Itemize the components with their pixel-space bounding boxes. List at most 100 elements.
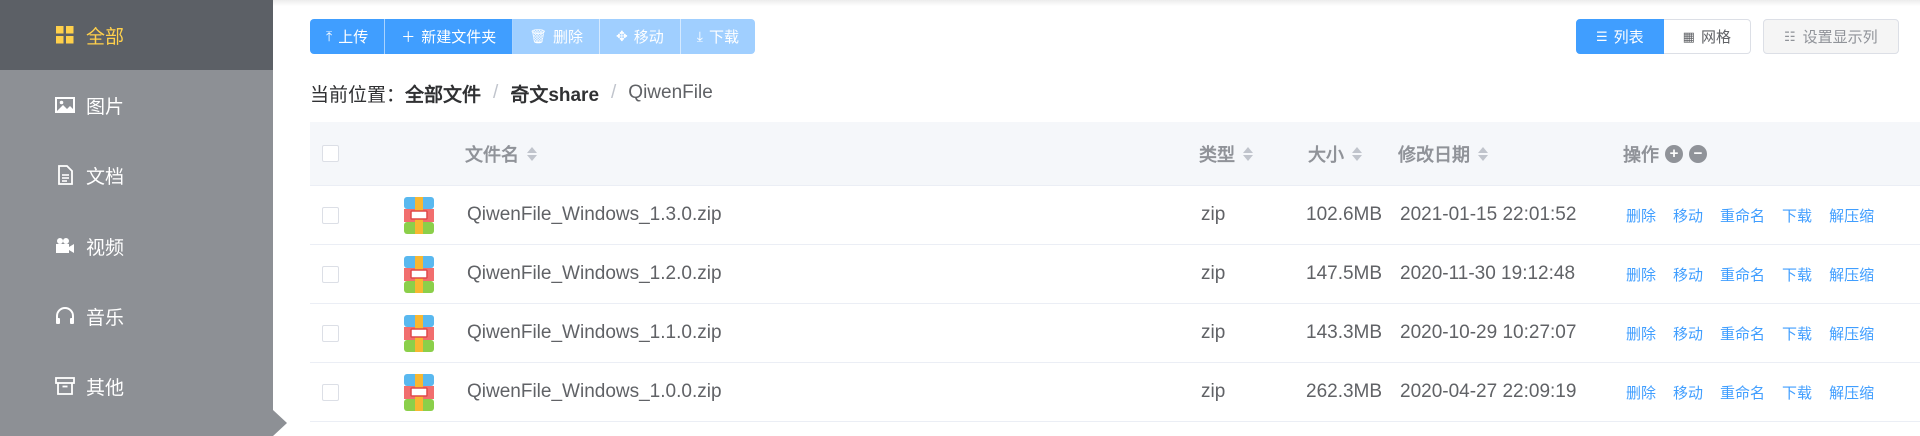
grid-icon — [54, 24, 76, 46]
breadcrumb-item-share[interactable]: 奇文share — [510, 80, 599, 107]
main-content: ⤒上传 ＋新建文件夹 🗑︎删除 ✥移动 ⤓下载 ☰列表 ▦网格 ☷ — [273, 0, 1920, 436]
table-row[interactable]: QiwenFile_Windows_1.1.0.zip zip 143.3MB … — [310, 304, 1920, 363]
row-checkbox[interactable] — [322, 206, 339, 224]
sidebar-item-music[interactable]: 音乐 — [0, 281, 273, 351]
move-link[interactable]: 移动 — [1673, 205, 1703, 226]
zip-file-icon — [404, 255, 434, 293]
sidebar-item-label: 全部 — [86, 26, 125, 48]
column-header-date[interactable]: 修改日期 — [1398, 141, 1488, 167]
move-link[interactable]: 移动 — [1673, 323, 1703, 344]
file-date: 2020-10-29 10:27:07 — [1400, 322, 1577, 343]
delete-link[interactable]: 删除 — [1626, 205, 1656, 226]
file-type: zip — [1201, 204, 1226, 225]
download-link[interactable]: 下载 — [1782, 323, 1812, 344]
file-name[interactable]: QiwenFile_Windows_1.0.0.zip — [467, 381, 722, 403]
add-column-icon[interactable]: + — [1665, 144, 1683, 163]
extract-link[interactable]: 解压缩 — [1829, 382, 1874, 403]
file-type: zip — [1201, 381, 1226, 402]
breadcrumb-separator: / — [611, 82, 617, 103]
column-header-name[interactable]: 文件名 — [465, 141, 537, 167]
select-all-checkbox[interactable] — [322, 145, 339, 162]
row-checkbox[interactable] — [322, 383, 339, 401]
row-actions: 删除 移动 重命名 下载 解压缩 — [1626, 264, 1891, 285]
sidebar-item-label: 文档 — [86, 166, 125, 188]
plus-icon: ＋ — [401, 28, 416, 45]
file-size: 147.5MB — [1306, 263, 1383, 284]
table-row[interactable]: QiwenFile_Windows_1.2.0.zip zip 147.5MB … — [310, 245, 1920, 304]
document-icon — [54, 164, 76, 186]
video-icon — [54, 235, 76, 257]
app-root: 全部 图片 文档 视频 音乐 其他 ⤒ 上传 ＋ 新建文件夹 🗑︎ 删除 ✥ 移… — [0, 0, 1920, 436]
file-type: zip — [1201, 322, 1226, 343]
sidebar-item-images[interactable]: 图片 — [0, 70, 273, 140]
list-view-button[interactable]: ☰ 列表 — [1576, 19, 1664, 54]
download-button[interactable]: ⤓ 下载 — [680, 19, 755, 54]
breadcrumb-separator: / — [493, 82, 499, 103]
download-link[interactable]: 下载 — [1782, 264, 1812, 285]
table-row[interactable]: QiwenFile_Windows_1.0.0.zip zip 262.3MB … — [310, 363, 1920, 422]
table-row[interactable]: QiwenFile_Windows_1.3.0.zip zip 102.6MB … — [310, 186, 1920, 245]
file-name[interactable]: QiwenFile_Windows_1.1.0.zip — [467, 322, 722, 344]
delete-button[interactable]: 🗑︎ 删除 — [513, 19, 601, 54]
sidebar-item-label: 图片 — [86, 96, 125, 118]
file-name[interactable]: QiwenFile_Windows_1.3.0.zip — [467, 204, 722, 226]
row-checkbox[interactable] — [322, 324, 339, 342]
sidebar-item-label: 音乐 — [86, 307, 125, 329]
file-size: 102.6MB — [1306, 204, 1383, 225]
download-icon: ⤓ — [696, 28, 703, 44]
rename-link[interactable]: 重命名 — [1720, 323, 1765, 344]
download-link[interactable]: 下载 — [1782, 205, 1812, 226]
file-name[interactable]: QiwenFile_Windows_1.2.0.zip — [467, 263, 722, 285]
new-folder-button[interactable]: ＋新建文件夹 — [385, 19, 514, 54]
grid-icon: ▦ — [1682, 28, 1695, 44]
file-size: 143.3MB — [1306, 322, 1383, 343]
breadcrumb-item-all-files[interactable]: 全部文件 — [405, 80, 481, 107]
move-link[interactable]: 移动 — [1673, 264, 1703, 285]
grid-view-button[interactable]: ▦ 网格 — [1663, 19, 1751, 54]
sliders-icon: ☷ — [1784, 28, 1796, 44]
move-icon: ✥ — [616, 28, 628, 44]
column-header-type[interactable]: 类型 — [1199, 141, 1253, 167]
download-link[interactable]: 下载 — [1782, 382, 1812, 403]
file-date: 2021-01-15 22:01:52 — [1400, 204, 1577, 225]
sort-icon[interactable] — [1352, 146, 1362, 161]
archive-icon — [54, 375, 76, 397]
breadcrumb-prefix: 当前位置： — [310, 84, 406, 106]
remove-column-icon[interactable]: − — [1689, 144, 1707, 163]
extract-link[interactable]: 解压缩 — [1829, 264, 1874, 285]
extract-link[interactable]: 解压缩 — [1829, 323, 1874, 344]
sidebar-item-other[interactable]: 其他 — [0, 351, 273, 421]
set-columns-button[interactable]: ☷ 设置显示列 — [1763, 19, 1899, 54]
sidebar-item-videos[interactable]: 视频 — [0, 211, 273, 281]
table-header: 文件名 类型 大小 修改日期 操作 + − — [310, 122, 1920, 186]
rename-link[interactable]: 重命名 — [1720, 264, 1765, 285]
delete-link[interactable]: 删除 — [1626, 264, 1656, 285]
sort-icon[interactable] — [1243, 146, 1253, 161]
file-table: 文件名 类型 大小 修改日期 操作 + − QiwenFile_Windows_… — [310, 122, 1920, 422]
move-link[interactable]: 移动 — [1673, 382, 1703, 403]
rename-link[interactable]: 重命名 — [1720, 205, 1765, 226]
zip-file-icon — [404, 196, 434, 234]
trash-icon: 🗑︎ — [529, 28, 548, 44]
rename-link[interactable]: 重命名 — [1720, 382, 1765, 403]
column-header-size[interactable]: 大小 — [1308, 141, 1362, 167]
zip-file-icon — [404, 314, 434, 352]
breadcrumb: 当前位置： 全部文件 / 奇文share / QiwenFile — [310, 80, 713, 106]
row-actions: 删除 移动 重命名 下载 解压缩 — [1626, 382, 1891, 403]
upload-button[interactable]: ⤒ 上传 — [310, 19, 386, 54]
sort-icon[interactable] — [527, 146, 537, 161]
delete-link[interactable]: 删除 — [1626, 323, 1656, 344]
sidebar-item-documents[interactable]: 文档 — [0, 140, 273, 210]
breadcrumb-item-current: QiwenFile — [628, 82, 713, 103]
toolbar: ⤒ 上传 ＋新建文件夹 🗑︎ 删除 ✥ 移动 ⤓ 下载 — [310, 19, 755, 54]
headphones-icon — [54, 305, 76, 327]
table-body: QiwenFile_Windows_1.3.0.zip zip 102.6MB … — [310, 186, 1920, 422]
row-checkbox[interactable] — [322, 265, 339, 283]
list-icon: ☰ — [1596, 28, 1608, 44]
move-button[interactable]: ✥ 移动 — [600, 19, 681, 54]
header-divider — [273, 0, 1920, 6]
extract-link[interactable]: 解压缩 — [1829, 205, 1874, 226]
delete-link[interactable]: 删除 — [1626, 382, 1656, 403]
sidebar-item-all[interactable]: 全部 — [0, 0, 273, 70]
sort-icon[interactable] — [1478, 146, 1488, 161]
